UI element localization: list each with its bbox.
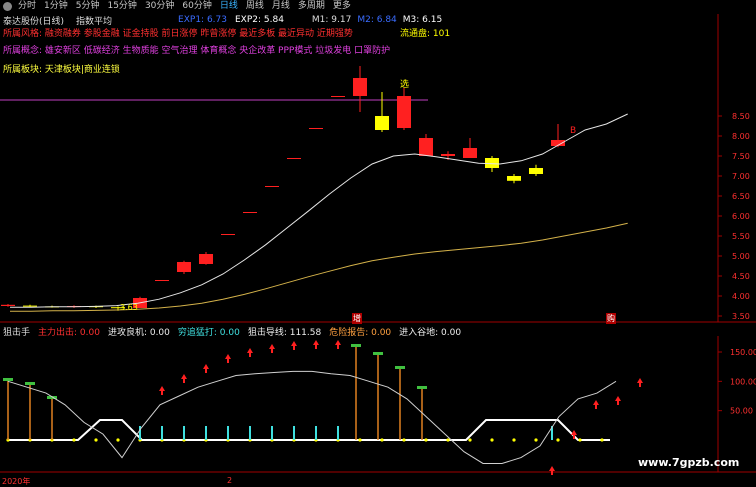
price-tick-label: 3.50 bbox=[732, 312, 750, 321]
baseline-dot bbox=[512, 438, 516, 442]
candle-body bbox=[463, 148, 477, 158]
price-tick-label: 5.50 bbox=[732, 232, 750, 241]
candle-body bbox=[353, 78, 367, 96]
buy-b-marker: B bbox=[570, 126, 577, 136]
red-up-arrow bbox=[549, 466, 555, 475]
price-tick-label: 5.00 bbox=[732, 252, 750, 261]
candle-body bbox=[199, 254, 213, 264]
watermark: www.7gpzb.com bbox=[638, 456, 740, 469]
main-chart-area bbox=[0, 14, 756, 323]
red-up-arrow bbox=[313, 340, 319, 349]
select-marker: 选 bbox=[400, 80, 410, 90]
baseline-dot bbox=[72, 438, 76, 442]
baseline-dot bbox=[446, 438, 450, 442]
candle-body bbox=[529, 168, 543, 174]
candle-body bbox=[375, 116, 389, 130]
sniper-guide-line bbox=[7, 370, 617, 464]
red-up-arrow bbox=[291, 341, 297, 350]
candle-body bbox=[485, 158, 499, 168]
price-tick-label: 7.50 bbox=[732, 152, 750, 161]
baseline-dot bbox=[534, 438, 538, 442]
guide-line-value: 狙击导线: 111.58 bbox=[247, 328, 322, 338]
year-label: 2020年 bbox=[2, 477, 31, 486]
green-cap bbox=[373, 352, 383, 355]
price-tick-label: 4.50 bbox=[732, 272, 750, 281]
baseline-dot bbox=[490, 438, 494, 442]
price-tick-label: 8.00 bbox=[732, 132, 750, 141]
price-tick-label: 6.00 bbox=[732, 212, 750, 221]
baseline-dot bbox=[556, 438, 560, 442]
candle-body bbox=[287, 158, 301, 159]
red-up-arrow bbox=[225, 354, 231, 363]
price-tick-label: 4.00 bbox=[732, 292, 750, 301]
price-tick-label: 6.50 bbox=[732, 192, 750, 201]
candle-body bbox=[243, 212, 257, 213]
low-price-label: 3.63 bbox=[120, 303, 138, 312]
red-up-arrow bbox=[637, 378, 643, 387]
chart-canvas: 8.50 8.00 7.50 7.00 6.50 6.00 5.50 5.00 4.50 4.00… bbox=[0, 14, 756, 475]
baseline-dot bbox=[94, 438, 98, 442]
candle-body bbox=[331, 96, 345, 97]
green-cap bbox=[25, 382, 35, 385]
candle-body bbox=[265, 186, 279, 187]
baseline-dot bbox=[600, 438, 604, 442]
candle-body bbox=[507, 176, 521, 181]
valley-value: 进入谷地: 0.00 bbox=[399, 328, 462, 338]
red-up-arrow bbox=[335, 340, 341, 349]
candle-body bbox=[23, 305, 37, 307]
sub-tick-label: 100.00 bbox=[730, 377, 756, 386]
red-up-arrow bbox=[181, 374, 187, 383]
price-tick-label: 8.50 bbox=[732, 112, 750, 121]
candle-body bbox=[419, 138, 433, 156]
main-force-value: 主力出击: 0.00 bbox=[38, 328, 100, 338]
red-up-arrow bbox=[203, 364, 209, 373]
candle-body bbox=[1, 304, 15, 306]
sub-indicator-name[interactable]: 狙击手 bbox=[3, 325, 30, 338]
red-up-arrow bbox=[247, 348, 253, 357]
candle-body bbox=[155, 280, 169, 281]
baseline-dot bbox=[358, 438, 362, 442]
baseline-dot bbox=[424, 438, 428, 442]
candle-body bbox=[441, 154, 455, 156]
baseline-dot bbox=[468, 438, 472, 442]
candle-body bbox=[221, 234, 235, 235]
red-up-arrow bbox=[269, 344, 275, 353]
sub-chart-area: 150.00 100.00 50.00 bbox=[0, 336, 756, 475]
green-cap bbox=[417, 386, 427, 389]
month-tick-label: 2 bbox=[227, 476, 233, 485]
ma2-line bbox=[10, 222, 628, 312]
candles-layer bbox=[1, 66, 565, 311]
sub-indicator-header: 狙击手 主力出击: 0.00 进攻良机: 0.00 穷追猛打: 0.00 狙击导… bbox=[3, 325, 461, 338]
valley-baseline bbox=[8, 419, 610, 441]
gou-marker: 购 bbox=[606, 313, 616, 324]
attack-value: 进攻良机: 0.00 bbox=[107, 328, 170, 338]
candle-body bbox=[397, 96, 411, 128]
baseline-dot bbox=[380, 438, 384, 442]
green-cap bbox=[395, 366, 405, 369]
red-up-arrow bbox=[159, 386, 165, 395]
ma-lines-layer bbox=[10, 113, 628, 312]
ma1-line bbox=[10, 113, 628, 308]
red-up-arrow bbox=[593, 400, 599, 409]
candle-body bbox=[309, 128, 323, 129]
chase-value: 穷追猛打: 0.00 bbox=[177, 328, 240, 338]
danger-value: 危险报告: 0.00 bbox=[329, 328, 392, 338]
baseline-dot bbox=[402, 438, 406, 442]
baseline-dot bbox=[578, 438, 582, 442]
candle-body bbox=[177, 262, 191, 272]
red-up-arrow bbox=[615, 396, 621, 405]
price-axis: 8.50 8.00 7.50 7.00 6.50 6.00 5.50 5.00 4.50 4.00… bbox=[718, 112, 750, 321]
green-cap bbox=[351, 344, 361, 347]
zeng-marker: 增 bbox=[352, 313, 362, 324]
sub-tick-label: 50.00 bbox=[730, 407, 753, 416]
baseline-dot bbox=[116, 438, 120, 442]
green-cap bbox=[3, 378, 13, 381]
sub-tick-label: 150.00 bbox=[730, 348, 756, 357]
price-tick-label: 7.00 bbox=[732, 172, 750, 181]
